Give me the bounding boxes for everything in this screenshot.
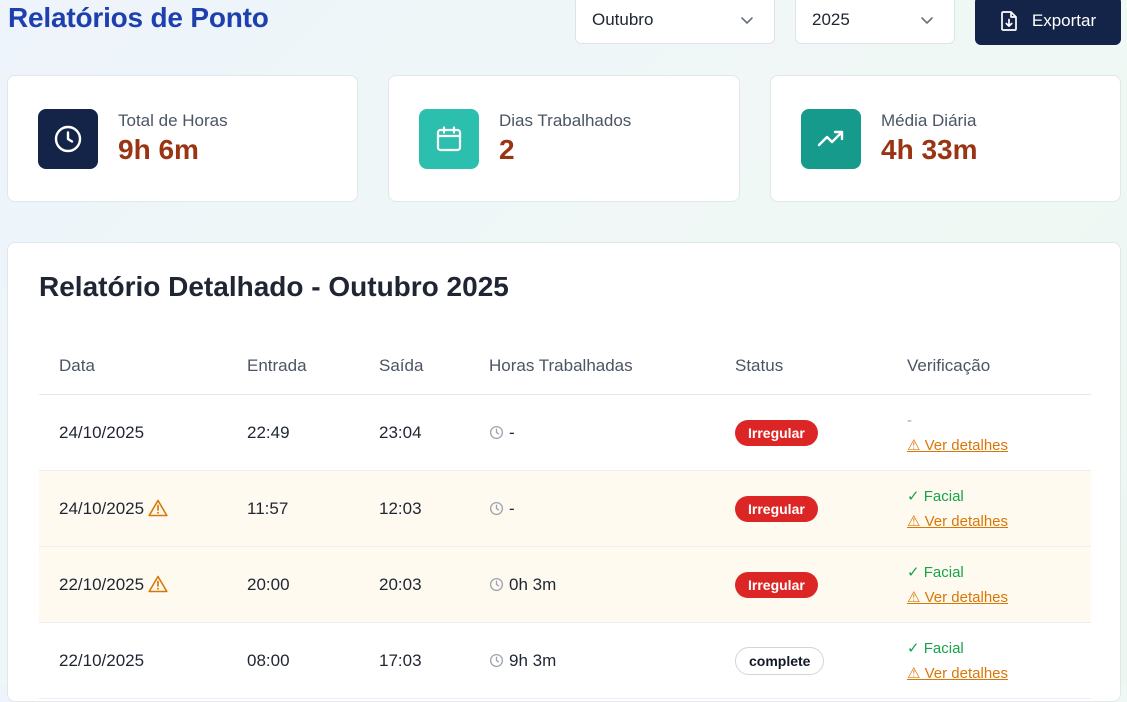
clock-icon xyxy=(489,577,504,591)
column-header-hours: Horas Trabalhadas xyxy=(489,338,735,395)
row-exit: 23:04 xyxy=(379,422,422,442)
view-details-link[interactable]: ⚠ Ver detalhes xyxy=(907,509,1091,534)
row-entry: 08:00 xyxy=(247,650,290,670)
row-hours: 9h 3m xyxy=(509,650,557,670)
row-entry: 11:57 xyxy=(247,498,289,518)
stat-card-daily-average: Média Diária 4h 33m xyxy=(770,75,1121,202)
row-date: 24/10/2025 xyxy=(59,422,145,442)
column-header-date: Data xyxy=(39,338,247,395)
column-header-status: Status xyxy=(735,338,907,395)
table-header-row: Data Entrada Saída Horas Trabalhadas Sta… xyxy=(39,338,1091,395)
export-label: Exportar xyxy=(1031,10,1097,30)
view-details-link[interactable]: ⚠ Ver detalhes xyxy=(907,433,1091,458)
status-badge: Irregular xyxy=(735,495,818,522)
warning-icon xyxy=(148,575,168,592)
stat-label: Dias Trabalhados xyxy=(499,110,632,130)
clock-icon xyxy=(489,501,504,515)
row-date: 22/10/2025 xyxy=(59,650,145,670)
stat-value: 4h 33m xyxy=(881,133,978,165)
report-card: Relatório Detalhado - Outubro 2025 Data … xyxy=(7,242,1121,702)
row-exit: 12:03 xyxy=(379,498,422,518)
verification-method: ✓ Facial xyxy=(907,487,964,505)
view-details-link[interactable]: ⚠ Ver detalhes xyxy=(907,585,1091,610)
report-table: Data Entrada Saída Horas Trabalhadas Sta… xyxy=(39,338,1091,699)
report-title: Relatório Detalhado - Outubro 2025 xyxy=(39,271,509,302)
row-hours: 0h 3m xyxy=(509,574,557,594)
view-details-link[interactable]: ⚠ Ver detalhes xyxy=(907,661,1091,686)
column-header-exit: Saída xyxy=(379,338,489,395)
chevron-down-icon xyxy=(921,17,933,24)
row-entry: 20:00 xyxy=(247,574,290,594)
table-row: 22/10/2025 08:00 17:03 9h 3m complete ✓ … xyxy=(39,622,1091,699)
row-entry: 22:49 xyxy=(247,422,290,442)
clock-icon xyxy=(38,108,98,169)
warning-icon xyxy=(148,499,168,516)
column-header-verification: Verificação xyxy=(907,338,1091,395)
chevron-down-icon xyxy=(741,17,753,24)
row-date: 24/10/2025 xyxy=(59,498,145,518)
stat-value: 9h 6m xyxy=(118,133,199,165)
column-header-entry: Entrada xyxy=(247,338,379,395)
month-select[interactable]: Outubro xyxy=(575,0,775,44)
month-select-value: Outubro xyxy=(592,10,654,29)
table-row: 24/10/2025 11:57 12:03 - Irregular ✓ Fac… xyxy=(39,470,1091,547)
stat-card-total-hours: Total de Horas 9h 6m xyxy=(7,75,358,202)
stat-card-days-worked: Dias Trabalhados 2 xyxy=(388,75,740,202)
status-badge: Irregular xyxy=(735,571,818,598)
row-exit: 17:03 xyxy=(379,650,422,670)
calendar-icon xyxy=(419,108,479,169)
row-date: 22/10/2025 xyxy=(59,574,145,594)
file-download-icon xyxy=(1001,10,1017,31)
row-hours: - xyxy=(509,498,515,518)
stat-value: 2 xyxy=(499,133,515,165)
row-exit: 20:03 xyxy=(379,574,422,594)
clock-icon xyxy=(489,653,504,667)
export-button[interactable]: Exportar xyxy=(975,0,1121,45)
trending-up-icon xyxy=(801,108,861,169)
verification-method: ✓ Facial xyxy=(907,639,964,657)
year-select[interactable]: 2025 xyxy=(795,0,955,44)
clock-icon xyxy=(489,425,504,439)
status-badge: Irregular xyxy=(735,419,818,446)
stat-label: Média Diária xyxy=(881,110,977,130)
verification-method: ✓ Facial xyxy=(907,563,964,581)
table-row: 22/10/2025 20:00 20:03 0h 3m Irregular ✓… xyxy=(39,546,1091,623)
table-row: 24/10/2025 22:49 23:04 - Irregular - ⚠ Ve… xyxy=(39,394,1091,471)
page-title: Relatórios de Ponto xyxy=(8,2,269,33)
row-hours: - xyxy=(509,422,515,442)
verification-method: - xyxy=(907,411,912,429)
stat-label: Total de Horas xyxy=(118,110,228,130)
year-select-value: 2025 xyxy=(812,10,850,29)
status-badge: complete xyxy=(735,646,825,675)
